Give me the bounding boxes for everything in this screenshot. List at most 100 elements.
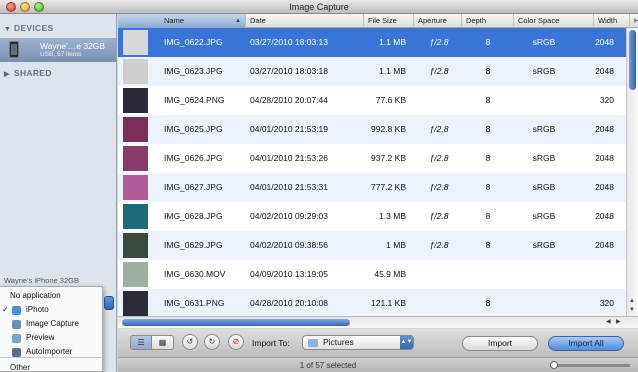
column-header[interactable]: Width — [594, 14, 630, 28]
import-destination-popup[interactable]: Pictures ▲▼ — [302, 335, 414, 350]
application-select-button[interactable] — [104, 296, 114, 310]
file-aperture: ƒ/2.8 — [429, 211, 449, 221]
menu-item[interactable]: Image Capture — [0, 317, 103, 331]
scroll-left-arrow-icon[interactable]: ◀ — [606, 318, 611, 325]
import-all-button[interactable]: Import All — [548, 336, 624, 351]
menu-item[interactable]: Other — [0, 361, 103, 372]
horizontal-scroll-thumb[interactable] — [122, 319, 350, 326]
selection-status: 1 of 57 selected — [299, 361, 357, 370]
file-aperture: ƒ/2.8 — [429, 182, 449, 192]
table-row[interactable]: IMG_0631.PNG 04/28/2010 20:10:08 121.1 KB 8… — [118, 289, 626, 316]
file-width: 320 — [599, 95, 614, 105]
file-size: 1.1 MB — [379, 37, 406, 47]
table-row[interactable]: IMG_0630.MOV 04/09/2010 13:19:05 45.9 MB — [118, 260, 626, 289]
table-row[interactable]: IMG_0624.PNG 04/28/2010 20:07:44 77.6 KB 8 3… — [118, 86, 626, 115]
table-row[interactable]: IMG_0623.JPG 03/27/2010 18:03:18 1.1 MB ƒ/2… — [118, 57, 626, 86]
device-item[interactable]: Wayne'…e 32GB USB, 57 items — [0, 38, 116, 62]
image-capture-icon — [12, 320, 21, 329]
file-size: 1.3 MB — [379, 211, 406, 221]
file-date: 03/27/2010 18:03:18 — [250, 66, 328, 76]
disclosure-triangle-right-icon[interactable]: ▶ — [4, 70, 14, 78]
disclosure-triangle-down-icon[interactable]: ▼ — [4, 26, 14, 33]
file-width: 2048 — [595, 182, 614, 192]
column-header[interactable]: H — [630, 14, 638, 28]
file-aperture: ƒ/2.8 — [429, 124, 449, 134]
menu-item-label: Image Capture — [26, 319, 79, 328]
table-row[interactable]: IMG_0625.JPG 04/01/2010 21:53:19 992.8 KB ƒ… — [118, 115, 626, 144]
rotate-left-icon: ↺ — [186, 337, 194, 346]
zoom-window-button[interactable] — [34, 2, 44, 12]
table-row[interactable]: IMG_0629.JPG 04/02/2010 09:38:56 1 MB ƒ/2.8… — [118, 231, 626, 260]
thumbnail-image — [123, 59, 148, 84]
file-date: 04/09/2010 13:19:05 — [250, 269, 328, 279]
file-date: 04/28/2010 20:07:44 — [250, 95, 328, 105]
close-window-button[interactable] — [6, 2, 16, 12]
menu-item[interactable]: ✓ iPhoto — [0, 303, 103, 317]
file-name: IMG_0629.JPG — [164, 240, 223, 250]
menu-item[interactable]: No application — [0, 289, 103, 303]
table-row[interactable]: IMG_0628.JPG 04/02/2010 09:29:03 1.3 MB ƒ/2… — [118, 202, 626, 231]
thumbnail-image — [123, 146, 148, 171]
application-menu: No application ✓ iPhoto Image Capture Previe… — [0, 286, 103, 372]
file-depth: 8 — [485, 66, 491, 76]
rotate-left-button[interactable]: ↺ — [182, 334, 198, 350]
column-header-label: Color Space — [518, 16, 560, 25]
file-aperture: ƒ/2.8 — [429, 37, 449, 47]
thumbnail-size-slider-knob[interactable] — [550, 361, 558, 369]
title-bar: Image Capture — [0, 0, 638, 14]
file-size: 1 MB — [386, 240, 406, 250]
file-aperture — [416, 289, 462, 316]
delete-button[interactable]: ⊘ — [228, 334, 244, 350]
file-name: IMG_0631.PNG — [164, 298, 225, 308]
column-header[interactable]: File Size — [364, 14, 414, 28]
column-header[interactable]: Name ▲ — [118, 14, 246, 28]
horizontal-scrollbar[interactable]: ◀ ▶ — [118, 316, 638, 328]
scroll-right-arrow-icon[interactable]: ▶ — [616, 318, 621, 325]
vertical-scrollbar[interactable]: ▲ ▼ — [626, 28, 638, 316]
file-date: 04/02/2010 09:29:03 — [250, 211, 328, 221]
file-name: IMG_0628.JPG — [164, 211, 223, 221]
file-color-space — [514, 289, 574, 316]
file-date: 03/27/2010 18:03:13 — [250, 37, 328, 47]
table-row[interactable]: IMG_0627.JPG 04/01/2010 21:53:31 777.2 KB ƒ… — [118, 173, 626, 202]
menu-item-label: No application — [10, 291, 61, 300]
file-width: 2048 — [595, 37, 614, 47]
column-header[interactable]: Date — [246, 14, 364, 28]
thumbnail-size-slider[interactable] — [550, 361, 630, 369]
table-header: Name ▲ Date File Size Aperture Depth Color Spa… — [118, 14, 638, 28]
column-header-label: Date — [250, 16, 266, 25]
menu-item-label: Other — [10, 363, 31, 372]
file-depth: 8 — [485, 124, 491, 134]
column-header[interactable]: Aperture — [414, 14, 462, 28]
table-row[interactable]: IMG_0622.JPG 03/27/2010 18:03:13 1.1 MB ƒ/2… — [118, 28, 626, 57]
file-size: 777.2 KB — [371, 182, 406, 192]
file-aperture: ƒ/2.8 — [429, 240, 449, 250]
scroll-down-arrow-icon[interactable]: ▼ — [629, 307, 635, 313]
file-size: 992.8 KB — [371, 124, 406, 134]
sort-ascending-icon: ▲ — [235, 18, 241, 24]
list-view-icon: ☰ — [137, 338, 145, 347]
devices-section-header[interactable]: ▼ DEVICES — [4, 23, 53, 33]
import-destination-value: Pictures — [323, 337, 354, 347]
scroll-up-arrow-icon[interactable]: ▲ — [629, 298, 635, 304]
column-header[interactable]: Depth — [462, 14, 514, 28]
import-button[interactable]: Import — [462, 336, 538, 351]
rotate-right-button[interactable]: ↻ — [204, 334, 220, 350]
file-width: 320 — [599, 298, 614, 308]
table-row[interactable]: IMG_0626.JPG 04/01/2010 21:53:26 937.2 KB ƒ… — [118, 144, 626, 173]
list-view-button[interactable]: ☰ — [130, 335, 152, 350]
file-color-space: sRGB — [532, 37, 556, 47]
minimize-window-button[interactable] — [20, 2, 30, 12]
file-color-space: sRGB — [532, 153, 556, 163]
vertical-scroll-thumb[interactable] — [629, 30, 636, 90]
column-header[interactable]: Color Space — [514, 14, 594, 28]
file-name: IMG_0625.JPG — [164, 124, 223, 134]
icon-view-button[interactable]: ▦ — [152, 335, 174, 350]
shared-section-header[interactable]: ▶ SHARED — [4, 68, 52, 78]
file-color-space — [514, 86, 574, 115]
menu-item[interactable]: Preview — [0, 331, 103, 345]
column-header-label: Name — [164, 16, 185, 25]
file-color-space — [514, 260, 574, 289]
column-header-label: Depth — [466, 16, 487, 25]
file-name: IMG_0622.JPG — [164, 37, 223, 47]
